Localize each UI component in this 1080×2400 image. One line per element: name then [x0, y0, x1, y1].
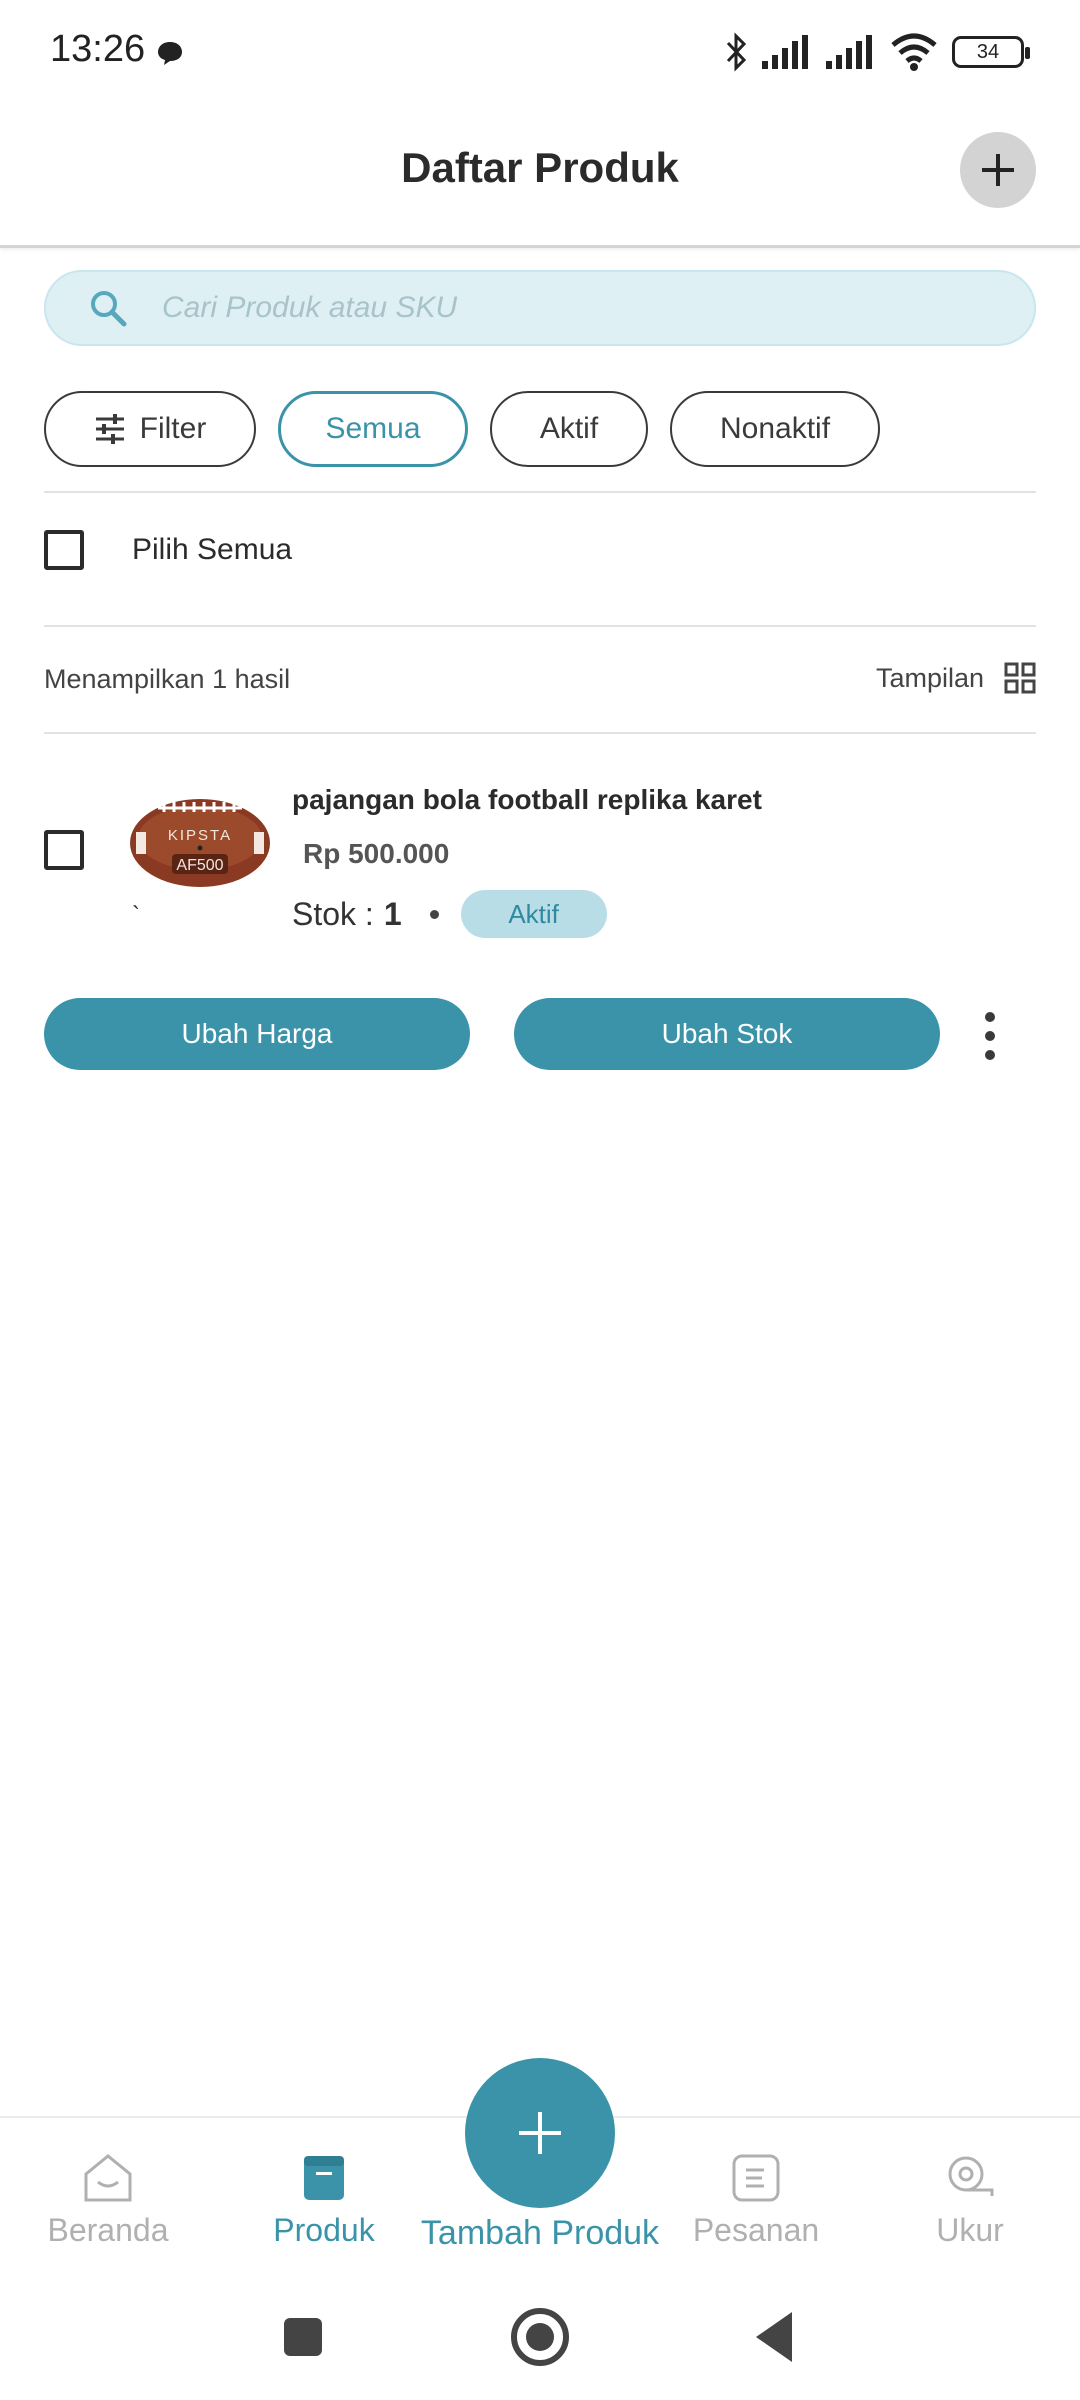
status-time: 13:26: [50, 28, 146, 70]
nav-item-ukur[interactable]: Ukur: [870, 2150, 1070, 2249]
order-list-icon: [732, 2154, 780, 2202]
filter-label: Filter: [139, 412, 207, 445]
chip-nonaktif[interactable]: Nonaktif: [670, 391, 880, 467]
more-options-icon[interactable]: [972, 1010, 1008, 1062]
product-image-mark: `: [132, 902, 140, 929]
edit-price-button[interactable]: Ubah Harga: [44, 998, 470, 1070]
back-button[interactable]: [756, 2312, 792, 2362]
nav-item-pesanan[interactable]: Pesanan: [656, 2150, 856, 2249]
divider: [44, 732, 1036, 734]
product-image-model: AF500: [176, 857, 223, 874]
select-all-label: Pilih Semua: [132, 533, 293, 566]
nav-label-ukur: Ukur: [936, 2212, 1004, 2248]
stock-label: Stok :: [292, 895, 374, 932]
nav-label-beranda: Beranda: [47, 2212, 169, 2248]
app-header: Daftar Produk: [0, 100, 1080, 248]
home-icon: [84, 2154, 132, 2202]
chip-semua[interactable]: Semua: [278, 391, 468, 467]
edit-stock-button[interactable]: Ubah Stok: [514, 998, 940, 1070]
nav-label-produk: Produk: [273, 2212, 375, 2248]
chip-aktif[interactable]: Aktif: [490, 391, 648, 467]
product-stock: Stok : 1 Aktif: [292, 890, 607, 938]
select-all-row[interactable]: Pilih Semua: [44, 530, 292, 570]
divider: [44, 491, 1036, 493]
view-label: Tampilan: [875, 662, 984, 693]
filter-chips: Filter Semua Aktif Nonaktif: [44, 391, 880, 467]
search-input[interactable]: [162, 291, 962, 325]
signal-icon: [762, 35, 808, 69]
measure-tape-icon: [948, 2156, 994, 2196]
nav-item-beranda[interactable]: Beranda: [8, 2150, 208, 2249]
system-nav-bar: [0, 2270, 1080, 2400]
nav-label-pesanan: Pesanan: [692, 2212, 820, 2248]
battery-level: 34: [976, 40, 1000, 63]
sliders-icon: [95, 414, 124, 444]
status-badge: Aktif: [460, 890, 607, 938]
signal-icon-2: [826, 35, 872, 69]
grid-view-icon: [1004, 662, 1036, 694]
product-price: Rp 500.000: [303, 838, 450, 869]
nav-label-tambah-produk[interactable]: Tambah Produk: [400, 2214, 680, 2253]
separator-dot: [429, 909, 439, 919]
nav-item-produk[interactable]: Produk: [224, 2150, 424, 2249]
view-toggle[interactable]: Tampilan: [876, 662, 1036, 694]
search-bar[interactable]: [44, 270, 1036, 346]
plus-icon: [982, 154, 1014, 186]
product-name[interactable]: pajangan bola football replika karet: [292, 784, 762, 816]
bluetooth-icon: [726, 32, 747, 72]
battery-icon: 34: [952, 36, 1030, 68]
product-image-brand: KIPSTA: [168, 827, 232, 844]
product-image[interactable]: KIPSTA AF500: [128, 788, 272, 898]
product-checkbox[interactable]: [44, 830, 84, 870]
stock-value: 1: [383, 895, 402, 932]
wifi-icon: [891, 33, 937, 71]
add-product-fab[interactable]: [465, 2058, 615, 2208]
status-bar: 13:26 34: [0, 0, 1080, 100]
home-button[interactable]: [511, 2308, 569, 2366]
search-icon: [91, 291, 127, 327]
chat-notification-icon: [158, 42, 182, 65]
filter-button[interactable]: Filter: [44, 391, 256, 467]
recent-apps-button[interactable]: [284, 2318, 322, 2356]
select-all-checkbox[interactable]: [44, 530, 84, 570]
divider: [44, 625, 1036, 627]
results-count: Menampilkan 1 hasil: [44, 664, 291, 694]
plus-icon: [519, 2112, 561, 2154]
status-icons: 34: [724, 28, 1030, 76]
add-product-button[interactable]: [960, 132, 1036, 208]
page-title: Daftar Produk: [401, 144, 679, 191]
product-box-icon: [304, 2156, 344, 2200]
